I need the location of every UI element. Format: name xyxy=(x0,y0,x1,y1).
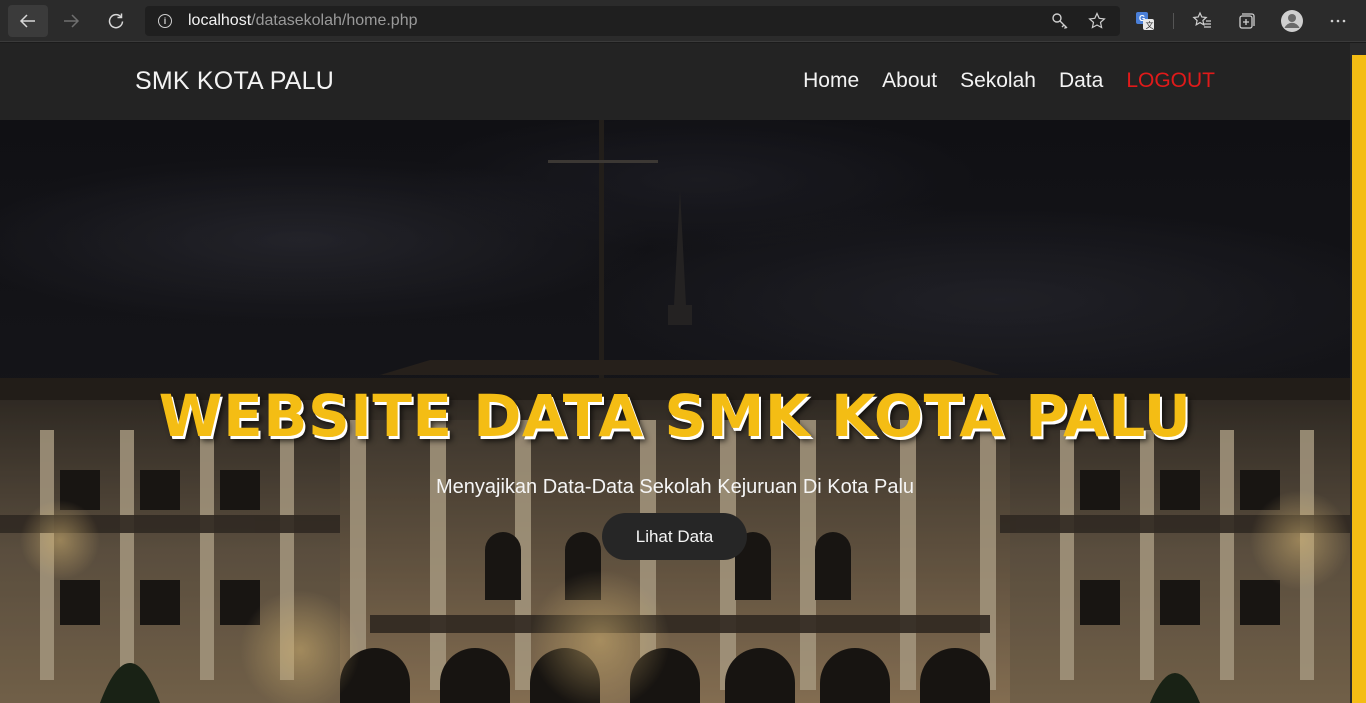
svg-text:文: 文 xyxy=(1146,20,1154,30)
star-icon[interactable] xyxy=(1088,12,1106,35)
site-navbar: SMK KOTA PALU Home About Sekolah Data LO… xyxy=(0,43,1350,120)
scrollbar-thumb[interactable] xyxy=(1352,55,1366,703)
hero-title: WEBSITE DATA SMK KOTA PALU xyxy=(158,382,1192,450)
page-scrollbar[interactable] xyxy=(1350,43,1366,703)
hero-subtitle: Menyajikan Data-Data Sekolah Kejuruan Di… xyxy=(435,476,915,498)
toolbar-divider xyxy=(1173,13,1174,29)
forward-icon xyxy=(64,14,80,28)
url-path: /datasekolah/home.php xyxy=(251,12,418,29)
translate-icon[interactable]: G文 xyxy=(1133,9,1157,33)
nav-links: Home About Sekolah Data LOGOUT xyxy=(803,69,1215,93)
url-host: localhost xyxy=(188,12,252,29)
reload-icon xyxy=(108,13,124,29)
more-icon[interactable] xyxy=(1326,9,1350,33)
nav-link-logout[interactable]: LOGOUT xyxy=(1126,69,1215,93)
nav-link-sekolah[interactable]: Sekolah xyxy=(960,69,1036,93)
web-page: SMK KOTA PALU Home About Sekolah Data LO… xyxy=(0,43,1350,703)
view-data-button[interactable]: Lihat Data xyxy=(602,513,747,560)
profile-icon[interactable] xyxy=(1280,9,1304,33)
collections-icon[interactable] xyxy=(1234,9,1258,33)
site-brand[interactable]: SMK KOTA PALU xyxy=(135,67,334,96)
nav-link-home[interactable]: Home xyxy=(803,69,859,93)
nav-link-data[interactable]: Data xyxy=(1059,69,1103,93)
back-button[interactable] xyxy=(8,5,48,37)
back-icon xyxy=(19,14,35,28)
key-icon[interactable] xyxy=(1051,12,1069,35)
address-bar[interactable]: i localhost/datasekolah/home.php xyxy=(145,6,1120,36)
nav-link-about[interactable]: About xyxy=(882,69,937,93)
url-text[interactable]: localhost/datasekolah/home.php xyxy=(188,12,418,30)
browser-toolbar: i localhost/datasekolah/home.php G文 xyxy=(0,0,1366,42)
forward-button[interactable] xyxy=(51,5,91,37)
info-icon[interactable]: i xyxy=(158,14,172,28)
favorites-icon[interactable] xyxy=(1190,9,1214,33)
reload-button[interactable] xyxy=(96,5,136,37)
hero-section: WEBSITE DATA SMK KOTA PALU Menyajikan Da… xyxy=(0,120,1350,703)
